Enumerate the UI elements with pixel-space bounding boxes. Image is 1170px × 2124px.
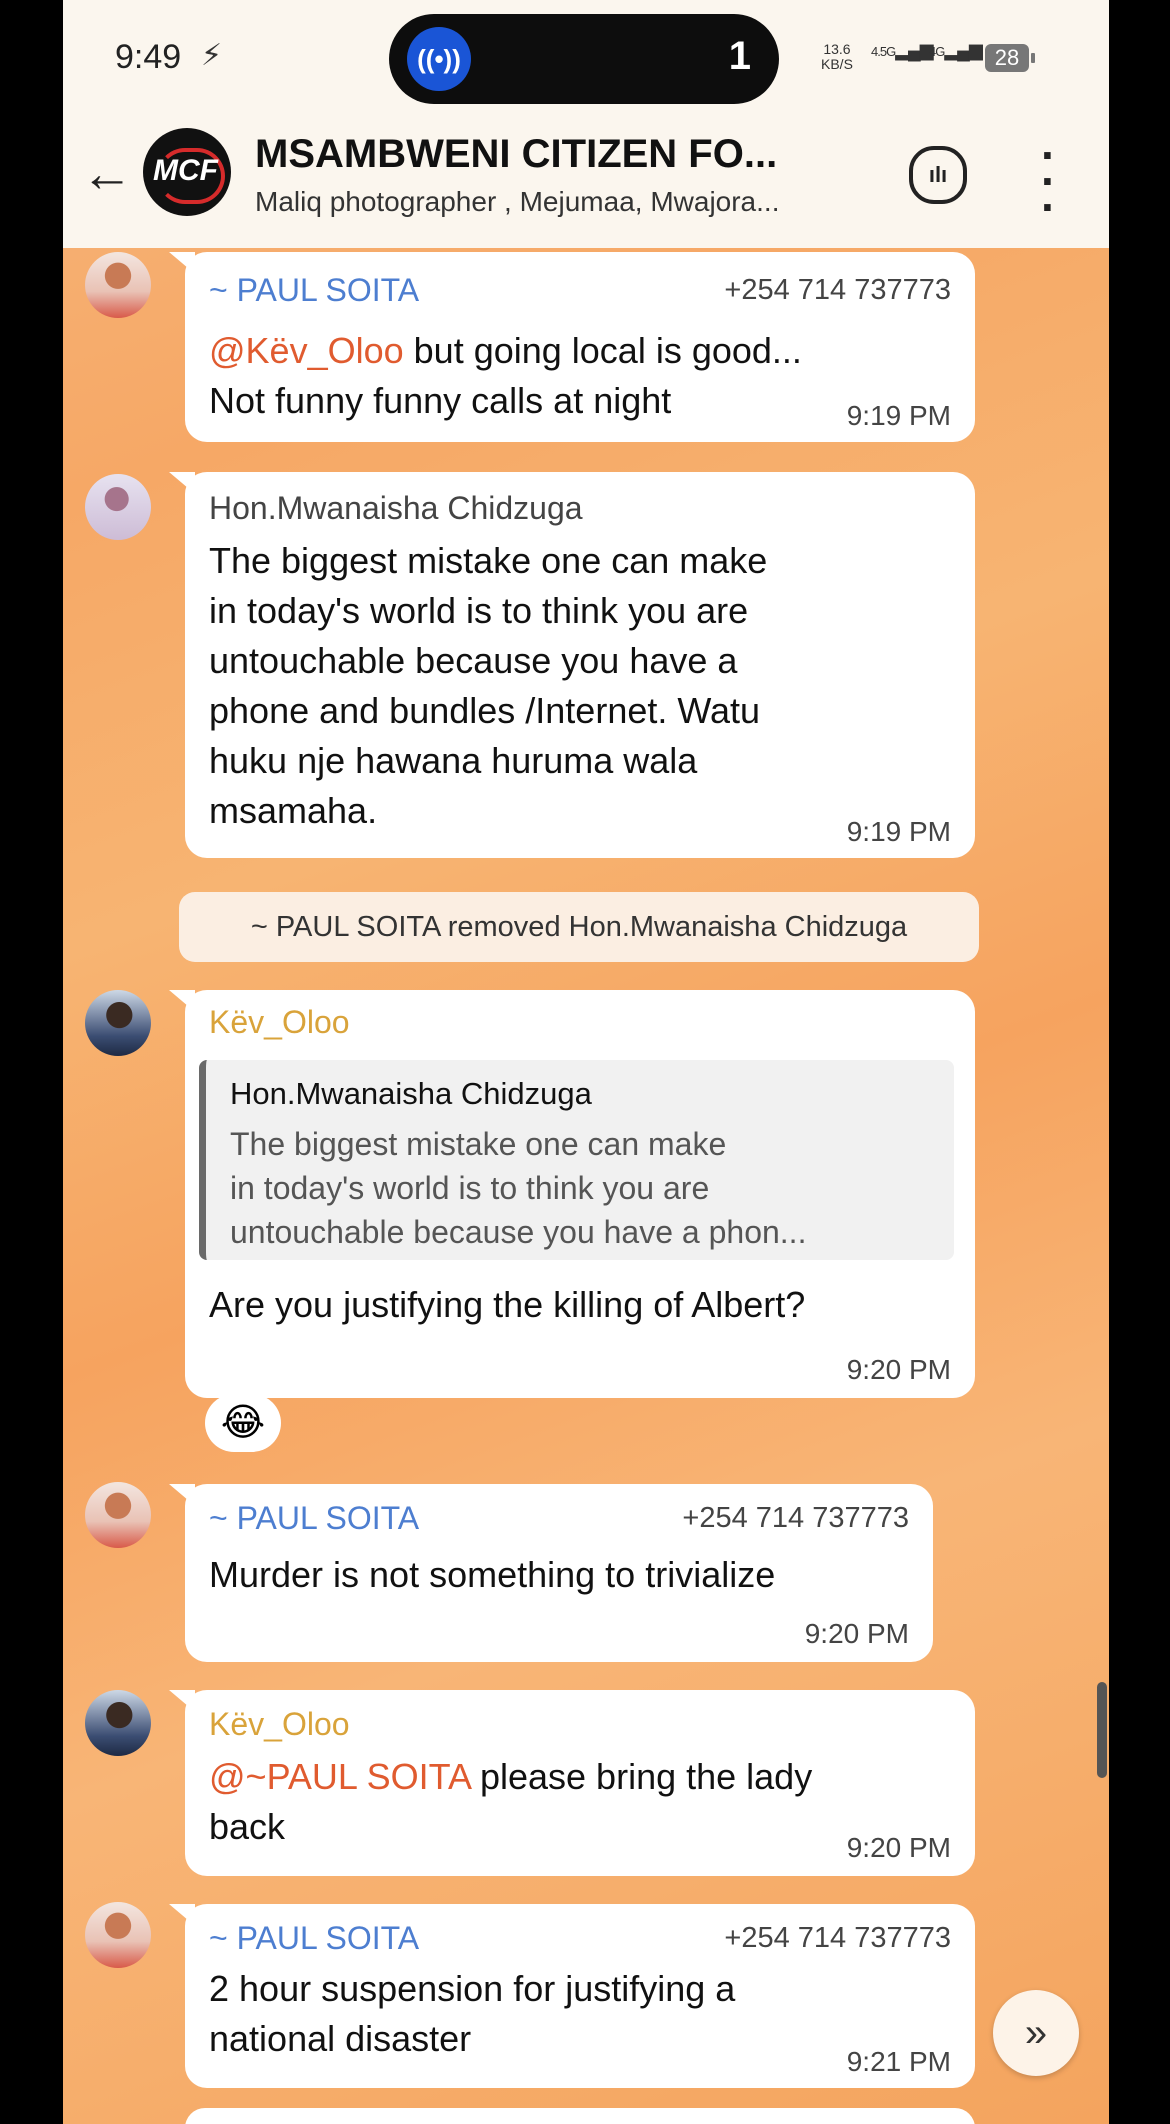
signal-4g-label: 4G (929, 44, 945, 59)
message-text-line2: Not funny funny calls at night (209, 380, 672, 421)
battery-tip (1031, 53, 1035, 63)
sender-name[interactable]: ~ PAUL SOITA (209, 1500, 419, 1537)
message-text-line: untouchable because you have a (209, 640, 738, 681)
data-activity-icon: ⚡ (201, 39, 223, 72)
message-text: @~PAUL SOITA please bring the lady (209, 1752, 812, 1802)
system-message: ~ PAUL SOITA removed Hon.Mwanaisha Chidz… (179, 892, 979, 962)
laughing-reaction-icon[interactable]: 😂 (205, 1394, 281, 1452)
message-bubble[interactable]: ~ PAUL SOITA +254 714 737773 2 hour susp… (169, 1904, 975, 2088)
phone-screen: 9:49 ⚡ ((•)) 1 13.6 KB/S 4.5G▂▄▆ 4G▂▄▆ 2… (63, 0, 1109, 2124)
message-text-line: msamaha. (209, 790, 378, 831)
bubble-tail (169, 1690, 195, 1712)
message-text: @Këv_Oloo but going local is good... (209, 326, 802, 376)
avatar-paul-soita[interactable] (85, 1902, 151, 1968)
message-time: 9:20 PM (846, 1354, 951, 1385)
island-count: 1 (728, 34, 751, 78)
sender-phone: +254 714 737773 (682, 1502, 909, 1534)
message-text-line1: please bring the lady (469, 1756, 813, 1797)
message-time: 9:21 PM (846, 2046, 951, 2077)
chat-header: ← MCF MSAMBWENI CITIZEN FO... Maliq phot… (63, 118, 1109, 248)
scroll-down-chevron-icon[interactable]: » (993, 1990, 1079, 2076)
bubble-tail (169, 1484, 195, 1506)
avatar-kev-oloo[interactable] (85, 1690, 151, 1756)
mention[interactable]: @Këv_Oloo (209, 330, 404, 371)
bubble-tail (169, 990, 195, 1012)
avatar-kev-oloo[interactable] (85, 990, 151, 1056)
message-text-line2: back (209, 1806, 286, 1847)
message-text-line2: national disaster (209, 2018, 472, 2059)
quoted-text: The biggest mistake one can make in toda… (230, 1122, 806, 1254)
avatar-paul-soita[interactable] (85, 252, 151, 318)
message-text-line1: 2 hour suspension for justifying a (209, 1968, 736, 2009)
message-time: 9:20 PM (846, 1832, 951, 1863)
message-bubble[interactable]: Hon.Mwanaisha Chidzuga The biggest mista… (169, 472, 975, 858)
message-bubble[interactable]: ~ PAUL SOITA +254 714 737773 Murder is n… (169, 1484, 933, 1662)
quoted-message[interactable]: Hon.Mwanaisha Chidzuga The biggest mista… (199, 1060, 954, 1260)
bubble-tail (169, 252, 195, 274)
group-avatar[interactable]: MCF (143, 128, 231, 216)
message-text: Are you justifying the killing of Albert… (209, 1284, 806, 1325)
signal-4g-icon: 4G▂▄▆ (929, 40, 983, 60)
group-title[interactable]: MSAMBWENI CITIZEN FO... (255, 132, 777, 177)
bubble-tail (169, 472, 195, 494)
sender-name[interactable]: Hon.Mwanaisha Chidzuga (209, 490, 583, 527)
avatar-paul-soita[interactable] (85, 1482, 151, 1548)
message-time: 9:19 PM (846, 400, 951, 431)
back-arrow-icon[interactable]: ← (81, 144, 133, 204)
sender-name[interactable]: ~ PAUL SOITA (209, 1920, 419, 1957)
dynamic-island[interactable]: ((•)) 1 (389, 14, 779, 104)
message-bubble[interactable]: ~ PAUL SOITA +254 714 737773 @Këv_Oloo b… (169, 252, 975, 442)
network-speed-value: 13.6 (823, 41, 851, 57)
sender-phone: +254 714 737773 (724, 274, 951, 306)
sender-name[interactable]: Këv_Oloo (209, 1004, 350, 1041)
network-speed: 13.6 KB/S (821, 42, 853, 72)
message-time: 9:19 PM (846, 816, 951, 847)
more-options-icon[interactable]: · · · (1041, 132, 1056, 230)
quoted-text-line: in today's world is to think you are (230, 1170, 710, 1206)
sender-name[interactable]: Këv_Oloo (209, 1706, 350, 1743)
message-time: 9:20 PM (804, 1618, 909, 1649)
message-text-line: huku nje hawana huruma wala (209, 740, 698, 781)
group-members[interactable]: Maliq photographer , Mejumaa, Mwajora... (255, 186, 779, 218)
status-bar: 9:49 ⚡ ((•)) 1 13.6 KB/S 4.5G▂▄▆ 4G▂▄▆ 2… (63, 0, 1109, 118)
quoted-text-line: untouchable because you have a phon... (230, 1214, 807, 1250)
message-text-line: The biggest mistake one can make (209, 540, 768, 581)
message-text-line1: but going local is good... (403, 330, 802, 371)
bubble-tail (169, 1904, 195, 1926)
scrollbar-thumb[interactable] (1097, 1682, 1107, 1778)
broadcast-icon: ((•)) (407, 27, 471, 91)
signal-4-5g-label: 4.5G (871, 44, 896, 59)
network-speed-unit: KB/S (821, 56, 853, 72)
quoted-sender: Hon.Mwanaisha Chidzuga (230, 1076, 592, 1111)
battery-icon: 28 (985, 44, 1029, 72)
voice-chat-icon[interactable]: ılı (909, 146, 967, 204)
quoted-text-line: The biggest mistake one can make (230, 1126, 727, 1162)
message-text-line: in today's world is to think you are (209, 590, 749, 631)
partial-message-bubble (185, 2108, 975, 2124)
message-bubble[interactable]: Këv_Oloo Hon.Mwanaisha Chidzuga The bigg… (169, 990, 975, 1398)
sender-phone: +254 714 737773 (724, 1922, 951, 1954)
mention[interactable]: @~PAUL SOITA (209, 1756, 470, 1797)
message-text-line: phone and bundles /Internet. Watu (209, 690, 761, 731)
status-time: 9:49 (115, 38, 182, 76)
message-text: Murder is not something to trivialize (209, 1554, 776, 1595)
avatar-mwanaisha-chidzuga[interactable] (85, 474, 151, 540)
group-avatar-text: MCF (153, 154, 218, 187)
signal-4-5g-icon: 4.5G▂▄▆ (871, 40, 934, 60)
sender-name[interactable]: ~ PAUL SOITA (209, 272, 419, 309)
message-bubble[interactable]: Këv_Oloo @~PAUL SOITA please bring the l… (169, 1690, 975, 1876)
